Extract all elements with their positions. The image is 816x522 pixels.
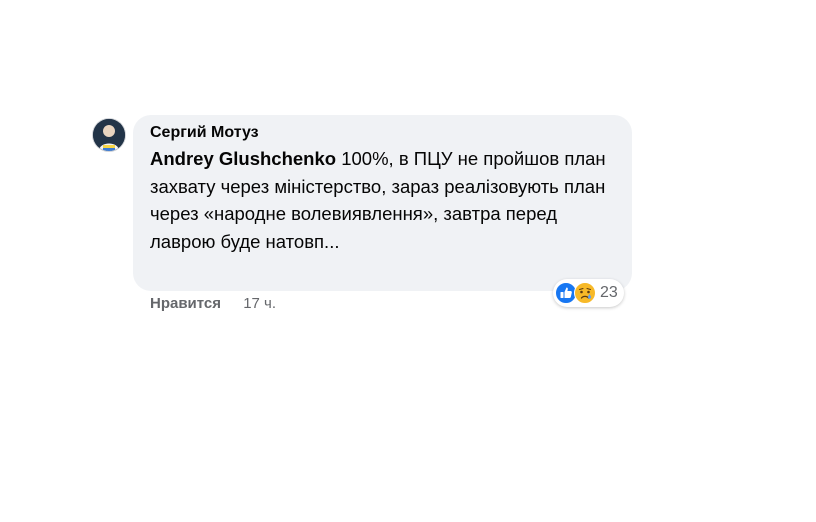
avatar-image: [93, 119, 125, 151]
timestamp[interactable]: 17 ч.: [243, 295, 276, 312]
comment-actions: Нравится 17 ч.: [150, 295, 276, 312]
sad-icon: [574, 282, 596, 304]
mention-link[interactable]: Andrey Glushchenko: [150, 148, 336, 169]
reactions-summary[interactable]: 23: [553, 279, 624, 307]
avatar[interactable]: [93, 119, 125, 151]
comment-author[interactable]: Сергий Мотуз: [150, 124, 259, 142]
comment-text: Andrey Glushchenko 100%, в ПЦУ не пройшо…: [150, 145, 620, 255]
like-button[interactable]: Нравится: [150, 295, 221, 312]
reaction-count: 23: [600, 284, 618, 301]
